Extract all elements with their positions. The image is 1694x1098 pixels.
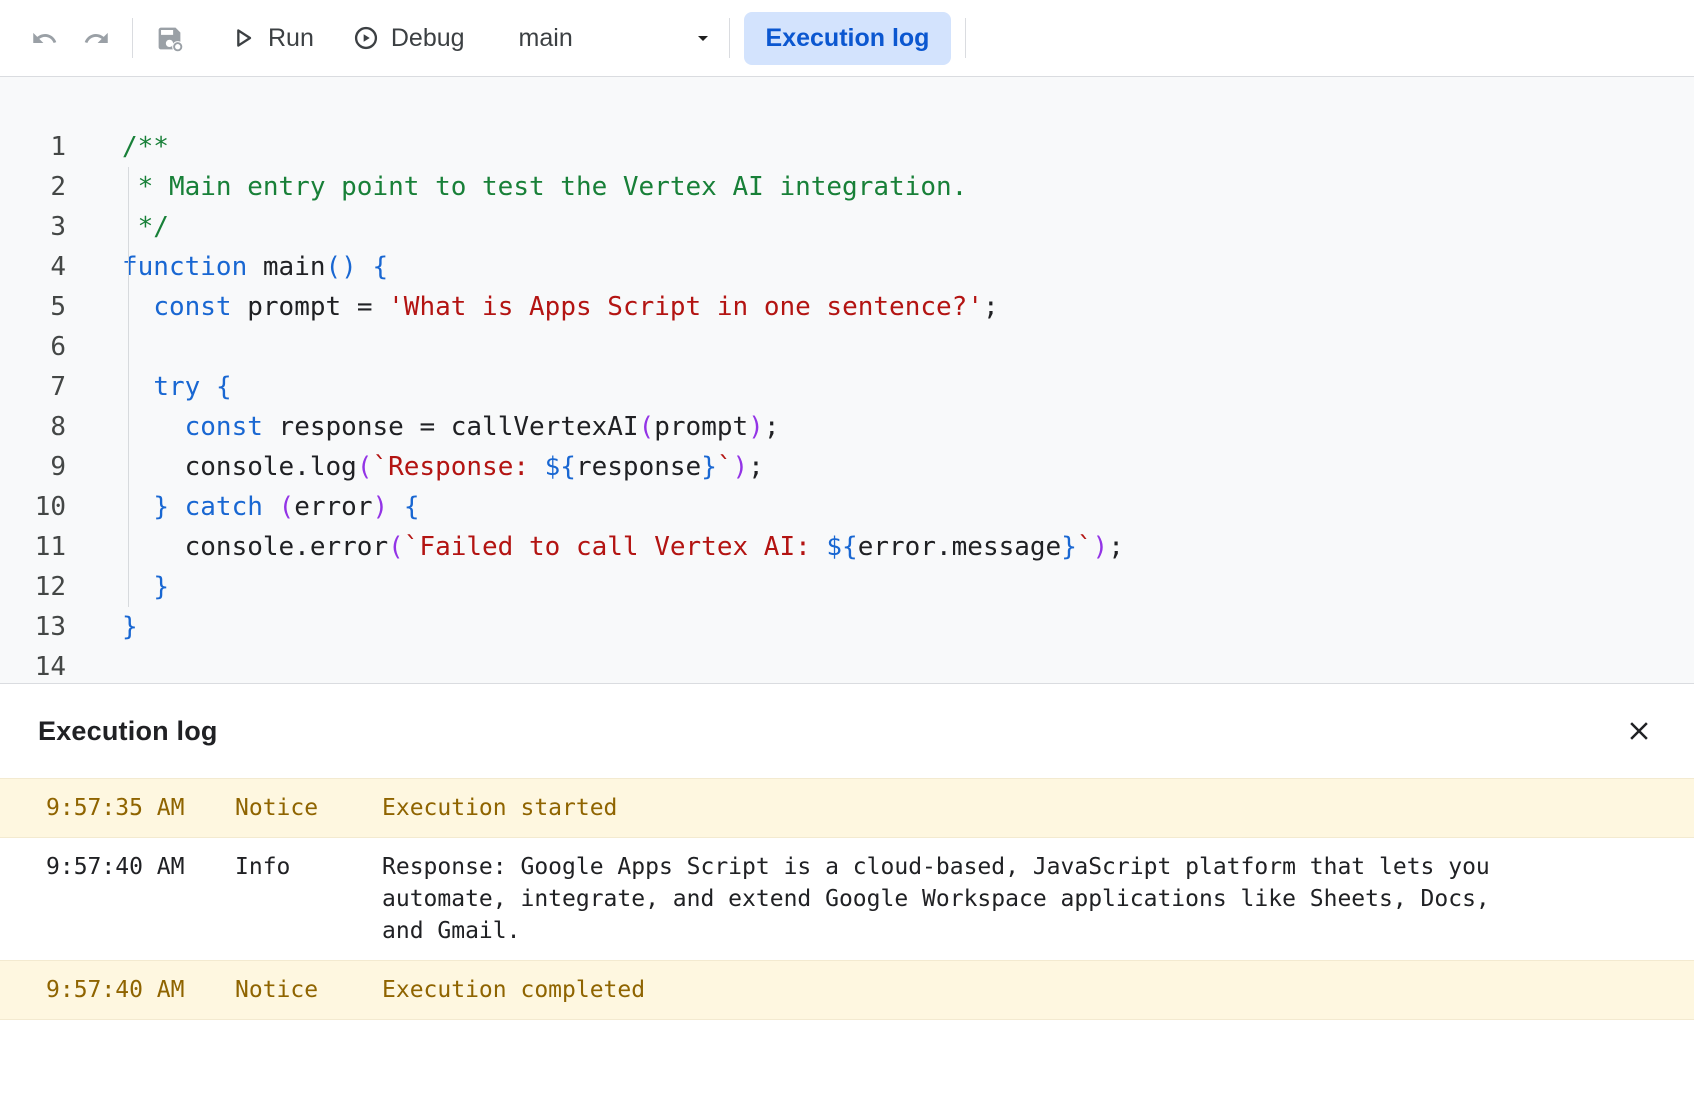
code-line[interactable]: 11 console.error(`Failed to call Vertex … — [0, 527, 1694, 567]
toolbar: Run Debug main Execution log — [0, 0, 1694, 77]
code-text — [72, 327, 122, 367]
code-text: function main() { — [72, 247, 388, 287]
code-area[interactable]: 1 /** 2 * Main entry point to test the V… — [0, 127, 1694, 683]
code-text: const response = callVertexAI(prompt); — [72, 407, 779, 447]
line-number[interactable]: 6 — [0, 327, 72, 367]
code-line[interactable]: 9 console.log(`Response: ${response}`); — [0, 447, 1694, 487]
code-text: } — [72, 607, 138, 647]
toolbar-divider — [965, 18, 966, 58]
code-text: console.log(`Response: ${response}`); — [72, 447, 764, 487]
save-button[interactable] — [147, 16, 191, 60]
function-selector-dropdown[interactable]: main — [519, 24, 715, 53]
line-number[interactable]: 1 — [0, 127, 72, 167]
line-number[interactable]: 3 — [0, 207, 72, 247]
code-text — [72, 647, 122, 683]
execution-log-header: Execution log — [0, 684, 1694, 778]
line-number[interactable]: 10 — [0, 487, 72, 527]
execution-log-title: Execution log — [38, 716, 218, 747]
save-icon — [155, 24, 184, 53]
debug-icon — [352, 24, 380, 52]
code-text: } catch (error) { — [72, 487, 419, 527]
code-text: try { — [72, 367, 232, 407]
code-line[interactable]: 7 try { — [0, 367, 1694, 407]
code-line[interactable]: 14 — [0, 647, 1694, 683]
log-timestamp: 9:57:35 AM — [0, 792, 235, 824]
code-text: console.error(`Failed to call Vertex AI:… — [72, 527, 1124, 567]
code-text: * Main entry point to test the Vertex AI… — [72, 167, 967, 207]
close-button[interactable] — [1618, 710, 1660, 752]
code-line[interactable]: 13 } — [0, 607, 1694, 647]
undo-icon — [31, 25, 58, 52]
code-line[interactable]: 8 const response = callVertexAI(prompt); — [0, 407, 1694, 447]
line-number[interactable]: 4 — [0, 247, 72, 287]
log-entry: 9:57:40 AM Info Response: Google Apps Sc… — [0, 838, 1694, 960]
log-entry: 9:57:40 AM Notice Execution completed — [0, 960, 1694, 1020]
log-message: Response: Google Apps Script is a cloud-… — [382, 851, 1572, 947]
code-text: } — [72, 567, 169, 607]
line-number[interactable]: 11 — [0, 527, 72, 567]
log-level: Notice — [235, 974, 382, 1006]
log-timestamp: 9:57:40 AM — [0, 851, 235, 947]
code-line[interactable]: 12 } — [0, 567, 1694, 607]
log-level: Notice — [235, 792, 382, 824]
log-message: Execution completed — [382, 974, 1572, 1006]
run-label: Run — [268, 24, 314, 53]
log-timestamp: 9:57:40 AM — [0, 974, 235, 1006]
execution-log-button[interactable]: Execution log — [744, 12, 952, 65]
toolbar-divider — [132, 18, 133, 58]
code-line[interactable]: 3 */ — [0, 207, 1694, 247]
line-number[interactable]: 5 — [0, 287, 72, 327]
code-line[interactable]: 1 /** — [0, 127, 1694, 167]
apps-script-ide: Run Debug main Execution log 1 /** 2 * M… — [0, 0, 1694, 1098]
line-number[interactable]: 2 — [0, 167, 72, 207]
code-line[interactable]: 10 } catch (error) { — [0, 487, 1694, 527]
chevron-down-icon — [691, 26, 715, 50]
log-level: Info — [235, 851, 382, 947]
execution-log-panel: Execution log 9:57:35 AM Notice Executio… — [0, 683, 1694, 1098]
redo-icon — [83, 25, 110, 52]
run-button[interactable]: Run — [215, 16, 328, 61]
play-icon — [229, 24, 257, 52]
line-number[interactable]: 12 — [0, 567, 72, 607]
code-line[interactable]: 2 * Main entry point to test the Vertex … — [0, 167, 1694, 207]
line-number[interactable]: 7 — [0, 367, 72, 407]
code-editor[interactable]: 1 /** 2 * Main entry point to test the V… — [0, 77, 1694, 683]
line-number[interactable]: 8 — [0, 407, 72, 447]
redo-button[interactable] — [74, 16, 118, 60]
line-number[interactable]: 13 — [0, 607, 72, 647]
code-line[interactable]: 6 — [0, 327, 1694, 367]
debug-label: Debug — [391, 24, 465, 53]
function-selector-value: main — [519, 24, 573, 53]
log-message: Execution started — [382, 792, 1572, 824]
code-text: /** — [72, 127, 169, 167]
code-line[interactable]: 4 function main() { — [0, 247, 1694, 287]
line-number[interactable]: 14 — [0, 647, 72, 683]
close-icon — [1624, 716, 1654, 746]
code-text: const prompt = 'What is Apps Script in o… — [72, 287, 999, 327]
code-text: */ — [72, 207, 169, 247]
log-entries[interactable]: 9:57:35 AM Notice Execution started 9:57… — [0, 778, 1694, 1020]
code-line[interactable]: 5 const prompt = 'What is Apps Script in… — [0, 287, 1694, 327]
line-number[interactable]: 9 — [0, 447, 72, 487]
undo-button[interactable] — [22, 16, 66, 60]
toolbar-divider — [729, 18, 730, 58]
log-entry: 9:57:35 AM Notice Execution started — [0, 778, 1694, 838]
debug-button[interactable]: Debug — [338, 16, 479, 61]
indent-guide — [128, 167, 129, 607]
